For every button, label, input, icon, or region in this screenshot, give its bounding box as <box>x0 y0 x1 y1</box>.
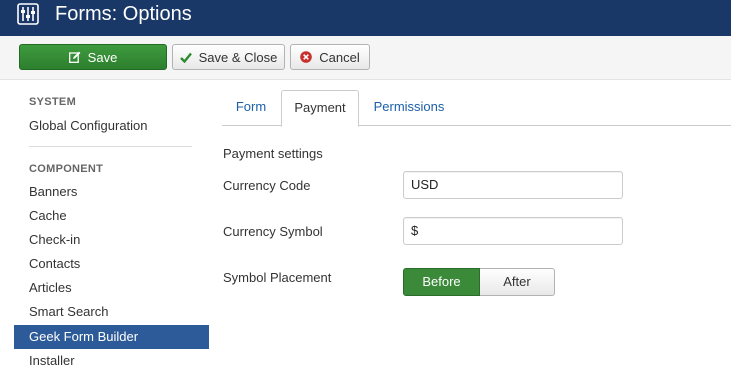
sliders-icon <box>17 3 39 25</box>
sidebar-item-articles[interactable]: Articles <box>14 276 209 300</box>
tab-permissions[interactable]: Permissions <box>363 90 455 126</box>
save-button[interactable]: Save <box>19 44 167 70</box>
edit-icon <box>68 51 81 63</box>
sidebar-divider <box>29 146 192 147</box>
currency-code-label: Currency Code <box>223 178 311 193</box>
tab-payment[interactable]: Payment <box>281 90 359 127</box>
page-title: Forms: Options <box>55 3 192 25</box>
tab-bar: Form Payment Permissions <box>222 90 731 127</box>
placement-after-button[interactable]: After <box>480 268 555 296</box>
sidebar-item-smart-search[interactable]: Smart Search <box>14 300 209 324</box>
sidebar-item-cache[interactable]: Cache <box>14 204 209 228</box>
save-label: Save <box>87 49 118 65</box>
cancel-button[interactable]: Cancel <box>290 44 370 70</box>
cancel-icon <box>300 51 313 63</box>
app-header: Forms: Options <box>0 0 731 36</box>
save-close-button[interactable]: Save & Close <box>172 44 285 70</box>
tab-form[interactable]: Form <box>222 90 280 126</box>
currency-symbol-input[interactable]: $ <box>403 217 623 245</box>
cancel-label: Cancel <box>319 49 360 65</box>
sidebar-item-contacts[interactable]: Contacts <box>14 252 209 276</box>
section-title: Payment settings <box>223 146 323 161</box>
currency-symbol-label: Currency Symbol <box>223 224 323 239</box>
sidebar-item-geek-form-builder[interactable]: Geek Form Builder <box>14 325 209 349</box>
save-close-label: Save & Close <box>198 49 278 65</box>
symbol-placement-label: Symbol Placement <box>223 270 332 285</box>
check-icon <box>179 52 192 63</box>
sidebar-item-banners[interactable]: Banners <box>14 180 209 204</box>
sidebar-item-installer[interactable]: Installer <box>14 349 209 373</box>
toolbar: Save Save & Close Cancel <box>0 36 731 80</box>
sidebar-item-global-configuration[interactable]: Global Configuration <box>14 114 209 138</box>
sidebar-heading-system: SYSTEM <box>29 96 77 108</box>
currency-code-input[interactable]: USD <box>403 171 623 199</box>
sidebar: SYSTEM Global Configuration COMPONENT Ba… <box>0 80 215 376</box>
sidebar-heading-component: COMPONENT <box>29 163 104 175</box>
placement-before-button[interactable]: Before <box>403 268 480 296</box>
sidebar-item-check-in[interactable]: Check-in <box>14 228 209 252</box>
